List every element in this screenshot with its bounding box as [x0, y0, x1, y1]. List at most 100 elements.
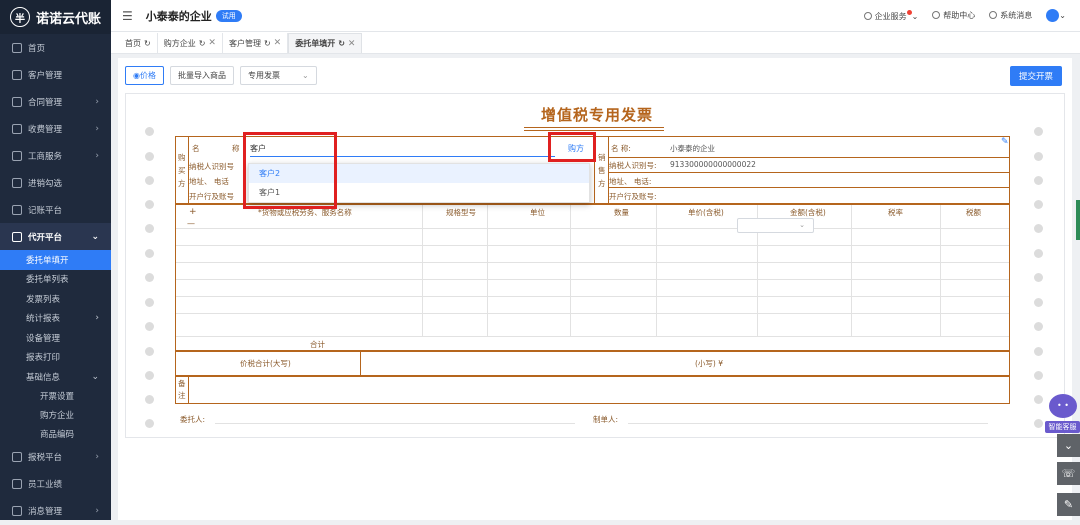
- column-header: 税率: [888, 208, 903, 217]
- sidebar-item-label: 员工业绩: [28, 480, 63, 490]
- seller-side-label: 销: [598, 153, 606, 162]
- grid-line: [176, 245, 1009, 246]
- binding-hole: [1034, 176, 1043, 185]
- sidebar-subitem[interactable]: 委托单列表: [0, 270, 111, 290]
- total-label: 合计: [310, 340, 325, 349]
- binding-hole: [145, 371, 154, 380]
- seller-tax-id-label: 纳税人识别号:: [609, 161, 657, 170]
- tab-label: 委托单填开: [295, 39, 336, 48]
- help-icon: [932, 11, 941, 19]
- tax-rate-select[interactable]: ⌄: [737, 218, 814, 233]
- sidebar-item[interactable]: 收费管理 ›: [0, 115, 111, 142]
- buyer-name-label: 称: [232, 144, 240, 153]
- sidebar-subitem[interactable]: 报表打印: [0, 348, 111, 368]
- chevron-down-icon: ⌄: [799, 221, 805, 229]
- sidebar-subitem[interactable]: 设备管理: [0, 328, 111, 348]
- remarks-label: 注: [178, 391, 186, 400]
- refresh-icon[interactable]: ↻: [144, 39, 151, 48]
- divider: [608, 157, 1010, 158]
- sidebar-item[interactable]: 消息管理 ›: [0, 498, 111, 525]
- binding-hole: [145, 395, 154, 404]
- menu-item-icon: [12, 479, 22, 489]
- close-icon[interactable]: ✕: [348, 39, 356, 49]
- sidebar-item[interactable]: 工商服务 ›: [0, 142, 111, 169]
- tab-0[interactable]: 首页 ↻: [119, 33, 158, 53]
- close-icon[interactable]: ✕: [274, 38, 282, 48]
- sidebar-subitem[interactable]: 基础信息 ⌄: [0, 367, 111, 387]
- invoice-type-select[interactable]: 专用发票 ⌄: [239, 66, 317, 85]
- sidebar-subitem[interactable]: 发票列表: [0, 289, 111, 309]
- assistant-label[interactable]: 智能客服: [1045, 421, 1080, 433]
- user-menu[interactable]: ⌄: [1046, 9, 1066, 22]
- sidebar-subsubitem[interactable]: 开票设置: [0, 387, 111, 406]
- chevron-right-icon: ›: [95, 506, 99, 516]
- sidebar-subsubitem[interactable]: 购方企业: [0, 406, 111, 425]
- divider: [360, 351, 361, 376]
- system-messages-link[interactable]: 系统消息: [989, 10, 1032, 21]
- tab-1[interactable]: 购方企业 ↻ ✕: [158, 33, 223, 53]
- sidebar-item-agent-invoicing[interactable]: 代开平台 ⌄: [0, 223, 111, 250]
- enterprise-service-menu[interactable]: 企业服务 ⌄: [863, 9, 918, 22]
- sidebar-item[interactable]: 进销勾选: [0, 169, 111, 196]
- sidebar-subitem-label: 委托单填开: [26, 255, 69, 266]
- binding-hole: [145, 224, 154, 233]
- sidebar-item[interactable]: 客户管理: [0, 61, 111, 88]
- binding-hole: [1034, 152, 1043, 161]
- sidebar-subitem-label: 报表打印: [26, 353, 61, 364]
- binding-hole: [1034, 419, 1043, 428]
- collapse-button[interactable]: ⌄: [1057, 434, 1080, 457]
- sidebar-item[interactable]: 合同管理 ›: [0, 88, 111, 115]
- batch-import-button[interactable]: 批量导入商品: [169, 66, 234, 85]
- add-row-button[interactable]: +: [189, 207, 197, 217]
- sidebar-item-label: 工商服务: [28, 151, 63, 162]
- tab-label: 客户管理: [228, 38, 261, 48]
- scroll-handle[interactable]: [1076, 200, 1080, 240]
- highlight-box-buyer: [548, 132, 596, 162]
- feedback-button[interactable]: ✎: [1057, 493, 1080, 516]
- binding-hole: [1034, 224, 1043, 233]
- tab-2[interactable]: 客户管理 ↻ ✕: [223, 33, 289, 53]
- edit-icon[interactable]: ✎: [1001, 137, 1009, 147]
- sidebar-subitem[interactable]: 统计报表 ›: [0, 309, 111, 329]
- refresh-icon[interactable]: ↻: [199, 39, 206, 48]
- sidebar-item[interactable]: 报税平台 ›: [0, 444, 111, 471]
- seller-name-value: 小泰泰的企业: [670, 144, 715, 153]
- grid-line: [656, 205, 657, 336]
- sidebar-item-label: 代开平台: [28, 232, 63, 243]
- grid-line: [176, 296, 1009, 297]
- buyer-bank-label: 开户行及账号: [189, 192, 234, 201]
- sidebar-subitem[interactable]: 委托单填开: [0, 250, 111, 270]
- menu-toggle-icon[interactable]: ☰: [122, 9, 133, 23]
- price-button[interactable]: ◉ 价格: [125, 66, 164, 85]
- seller-name-label: 名 称:: [611, 144, 631, 153]
- seller-side-label: 售: [598, 166, 606, 175]
- divider: [188, 376, 189, 404]
- sidebar-item[interactable]: 记账平台: [0, 196, 111, 223]
- avatar: [1046, 9, 1060, 22]
- buyer-side-label: 买: [178, 166, 186, 175]
- phone-button[interactable]: ☏: [1057, 462, 1080, 485]
- refresh-icon[interactable]: ↻: [264, 39, 271, 48]
- assistant-robot-icon[interactable]: • •: [1049, 394, 1077, 418]
- sidebar-item[interactable]: 首页: [0, 34, 111, 61]
- app-logo[interactable]: 半 诺诺云代账: [0, 0, 111, 34]
- close-icon[interactable]: ✕: [208, 38, 216, 48]
- binding-hole: [145, 127, 154, 136]
- remove-row-button[interactable]: —: [187, 219, 195, 228]
- refresh-icon[interactable]: ↻: [338, 39, 345, 48]
- sidebar-subitem-label: 发票列表: [26, 294, 61, 305]
- menu-item-icon: [12, 452, 22, 462]
- tab-3[interactable]: 委托单填开 ↻ ✕: [288, 33, 363, 53]
- fee-icon: [12, 123, 22, 134]
- sidebar-subitem-label: 统计报表: [26, 314, 61, 325]
- tab-bar: 首页 ↻ 购方企业 ↻ ✕ 客户管理 ↻ ✕ 委托单填开 ↻ ✕: [111, 32, 1080, 54]
- sidebar-subsubitem[interactable]: 商品编码: [0, 425, 111, 444]
- seller-bank-label: 开户行及账号:: [609, 192, 657, 201]
- sidebar-item[interactable]: 员工业绩: [0, 471, 111, 498]
- binding-hole: [1034, 371, 1043, 380]
- submit-invoice-button[interactable]: 提交开票: [1009, 66, 1062, 86]
- grid-line: [422, 205, 423, 336]
- grid-line: [628, 423, 988, 424]
- help-center-link[interactable]: 帮助中心: [932, 10, 975, 21]
- business-icon: [12, 150, 22, 161]
